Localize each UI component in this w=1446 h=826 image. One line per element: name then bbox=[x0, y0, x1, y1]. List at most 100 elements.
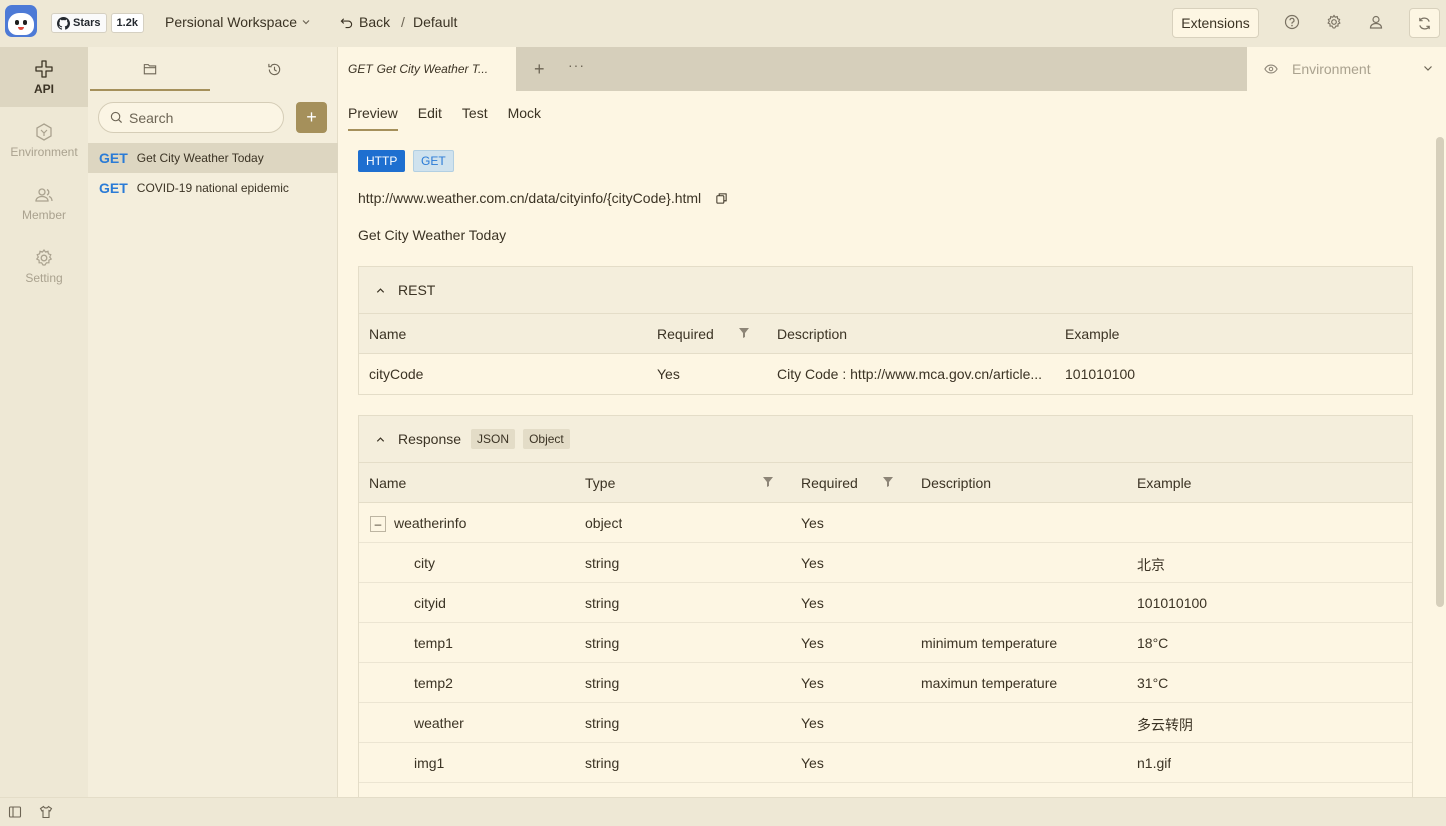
field-required: Yes bbox=[801, 675, 824, 691]
filter-icon[interactable] bbox=[763, 477, 773, 487]
tab-method: GET bbox=[348, 62, 373, 76]
open-api-tab[interactable]: GET Get City Weather T... bbox=[338, 47, 516, 91]
method-badge: GET bbox=[99, 180, 128, 196]
api-url: http://www.weather.com.cn/data/cityinfo/… bbox=[358, 190, 728, 206]
field-example: 多云转阴 bbox=[1137, 717, 1193, 733]
url-text: http://www.weather.com.cn/data/cityinfo/… bbox=[358, 190, 702, 206]
table-header-row: Name Type Required Description Example bbox=[359, 463, 1412, 503]
field-type: object bbox=[585, 515, 623, 531]
refresh-icon bbox=[1419, 16, 1430, 30]
field-required: Yes bbox=[801, 555, 824, 571]
field-name: img1 bbox=[414, 755, 445, 771]
breadcrumb-current: Default bbox=[413, 14, 458, 30]
field-example: 101010100 bbox=[1137, 595, 1208, 611]
nav-rail: API Environment Member Setting bbox=[0, 47, 88, 797]
api-list-item[interactable]: GET Get City Weather Today bbox=[88, 143, 338, 173]
field-type: string bbox=[585, 555, 620, 571]
method-badge: GET bbox=[99, 150, 128, 166]
chevron-down-icon bbox=[302, 20, 310, 25]
rail-item-member[interactable]: Member bbox=[0, 173, 88, 233]
app-logo-icon[interactable] bbox=[5, 5, 37, 37]
search-box[interactable] bbox=[98, 102, 284, 133]
column-header: Description bbox=[777, 326, 848, 342]
field-required: Yes bbox=[801, 635, 824, 651]
sidebar-toggle-icon[interactable] bbox=[8, 805, 22, 819]
environment-label: Environment bbox=[1292, 61, 1371, 77]
api-icon bbox=[35, 59, 53, 78]
main-content: GET Get City Weather T... + ··· Environm… bbox=[338, 47, 1446, 797]
tab-history[interactable] bbox=[212, 47, 336, 91]
github-stars-button[interactable]: Stars bbox=[51, 13, 107, 33]
type-tag: Object bbox=[523, 429, 570, 449]
workspace-name: Persional Workspace bbox=[165, 14, 298, 30]
collapse-toggle[interactable]: – bbox=[370, 516, 386, 532]
more-tabs-button[interactable]: ··· bbox=[568, 57, 585, 73]
undo-arrow-icon bbox=[340, 17, 353, 28]
github-stars-widget[interactable]: Stars 1.2k bbox=[51, 13, 144, 33]
field-name: weather bbox=[414, 715, 464, 731]
tab-preview[interactable]: Preview bbox=[348, 105, 398, 131]
rail-label-api: API bbox=[33, 81, 54, 96]
user-icon[interactable] bbox=[1368, 14, 1384, 30]
table-row: – weatherinfo object Yes bbox=[359, 503, 1412, 543]
setting-icon bbox=[35, 248, 53, 266]
api-list-item[interactable]: GET COVID-19 national epidemic bbox=[88, 173, 338, 203]
filter-icon[interactable] bbox=[739, 328, 749, 338]
method-badge: GET bbox=[413, 150, 454, 172]
response-section-header[interactable]: Response JSON Object bbox=[359, 416, 1412, 463]
help-icon[interactable] bbox=[1284, 14, 1300, 30]
tab-mock[interactable]: Mock bbox=[508, 105, 541, 131]
param-description: City Code : http://www.mca.gov.cn/articl… bbox=[777, 366, 1043, 382]
copy-icon[interactable] bbox=[715, 192, 728, 205]
chevron-up-icon bbox=[376, 436, 385, 442]
field-name: temp2 bbox=[414, 675, 453, 691]
theme-shirt-icon[interactable] bbox=[39, 805, 53, 819]
rail-item-api[interactable]: API bbox=[0, 47, 88, 107]
search-input[interactable] bbox=[129, 109, 269, 126]
github-stars-label: Stars bbox=[73, 17, 101, 29]
search-icon bbox=[110, 111, 123, 124]
github-stars-count[interactable]: 1.2k bbox=[110, 13, 144, 33]
field-name: city bbox=[414, 555, 435, 571]
rest-section-header[interactable]: REST bbox=[359, 267, 1412, 314]
field-type: string bbox=[585, 755, 620, 771]
api-name: Get City Weather Today bbox=[136, 151, 264, 165]
rest-params-section: REST Name Required Description Example c… bbox=[358, 266, 1413, 395]
rail-item-setting[interactable]: Setting bbox=[0, 236, 88, 296]
add-api-button[interactable]: + bbox=[296, 102, 327, 133]
field-required: Yes bbox=[801, 595, 824, 611]
refresh-button[interactable] bbox=[1409, 8, 1440, 38]
filter-icon[interactable] bbox=[883, 477, 893, 487]
field-required: Yes bbox=[801, 515, 824, 531]
tab-test[interactable]: Test bbox=[462, 105, 488, 131]
member-icon bbox=[35, 187, 53, 202]
extensions-button[interactable]: Extensions bbox=[1172, 8, 1259, 38]
tab-edit[interactable]: Edit bbox=[418, 105, 442, 131]
environment-selector[interactable]: Environment bbox=[1247, 47, 1446, 91]
status-bar bbox=[0, 797, 1446, 826]
gear-icon[interactable] bbox=[1326, 14, 1342, 30]
workspace-selector[interactable]: Persional Workspace bbox=[165, 14, 311, 30]
param-example: 101010100 bbox=[1065, 366, 1136, 382]
field-type: string bbox=[585, 715, 620, 731]
folder-icon bbox=[143, 64, 157, 75]
section-title: REST bbox=[398, 282, 436, 298]
section-title: Response bbox=[398, 431, 462, 447]
field-required: Yes bbox=[801, 755, 824, 771]
vertical-scrollbar[interactable] bbox=[1436, 137, 1444, 607]
view-tabs: Preview Edit Test Mock bbox=[348, 105, 541, 131]
column-header: Example bbox=[1137, 475, 1192, 491]
field-type: string bbox=[585, 675, 620, 691]
rail-item-environment[interactable]: Environment bbox=[0, 110, 88, 170]
back-button[interactable]: Back bbox=[340, 14, 390, 30]
table-row: weather string Yes 多云转阴 bbox=[359, 703, 1412, 743]
tab-api-tree[interactable] bbox=[88, 47, 212, 91]
history-icon bbox=[267, 63, 280, 75]
column-header: Required bbox=[657, 326, 714, 342]
new-tab-button[interactable]: + bbox=[534, 59, 545, 80]
field-name: weatherinfo bbox=[394, 515, 467, 531]
tab-title: Get City Weather T... bbox=[376, 62, 489, 76]
field-name: cityid bbox=[414, 595, 446, 611]
rail-label-environment: Environment bbox=[10, 144, 78, 159]
field-example: 北京 bbox=[1137, 557, 1165, 573]
